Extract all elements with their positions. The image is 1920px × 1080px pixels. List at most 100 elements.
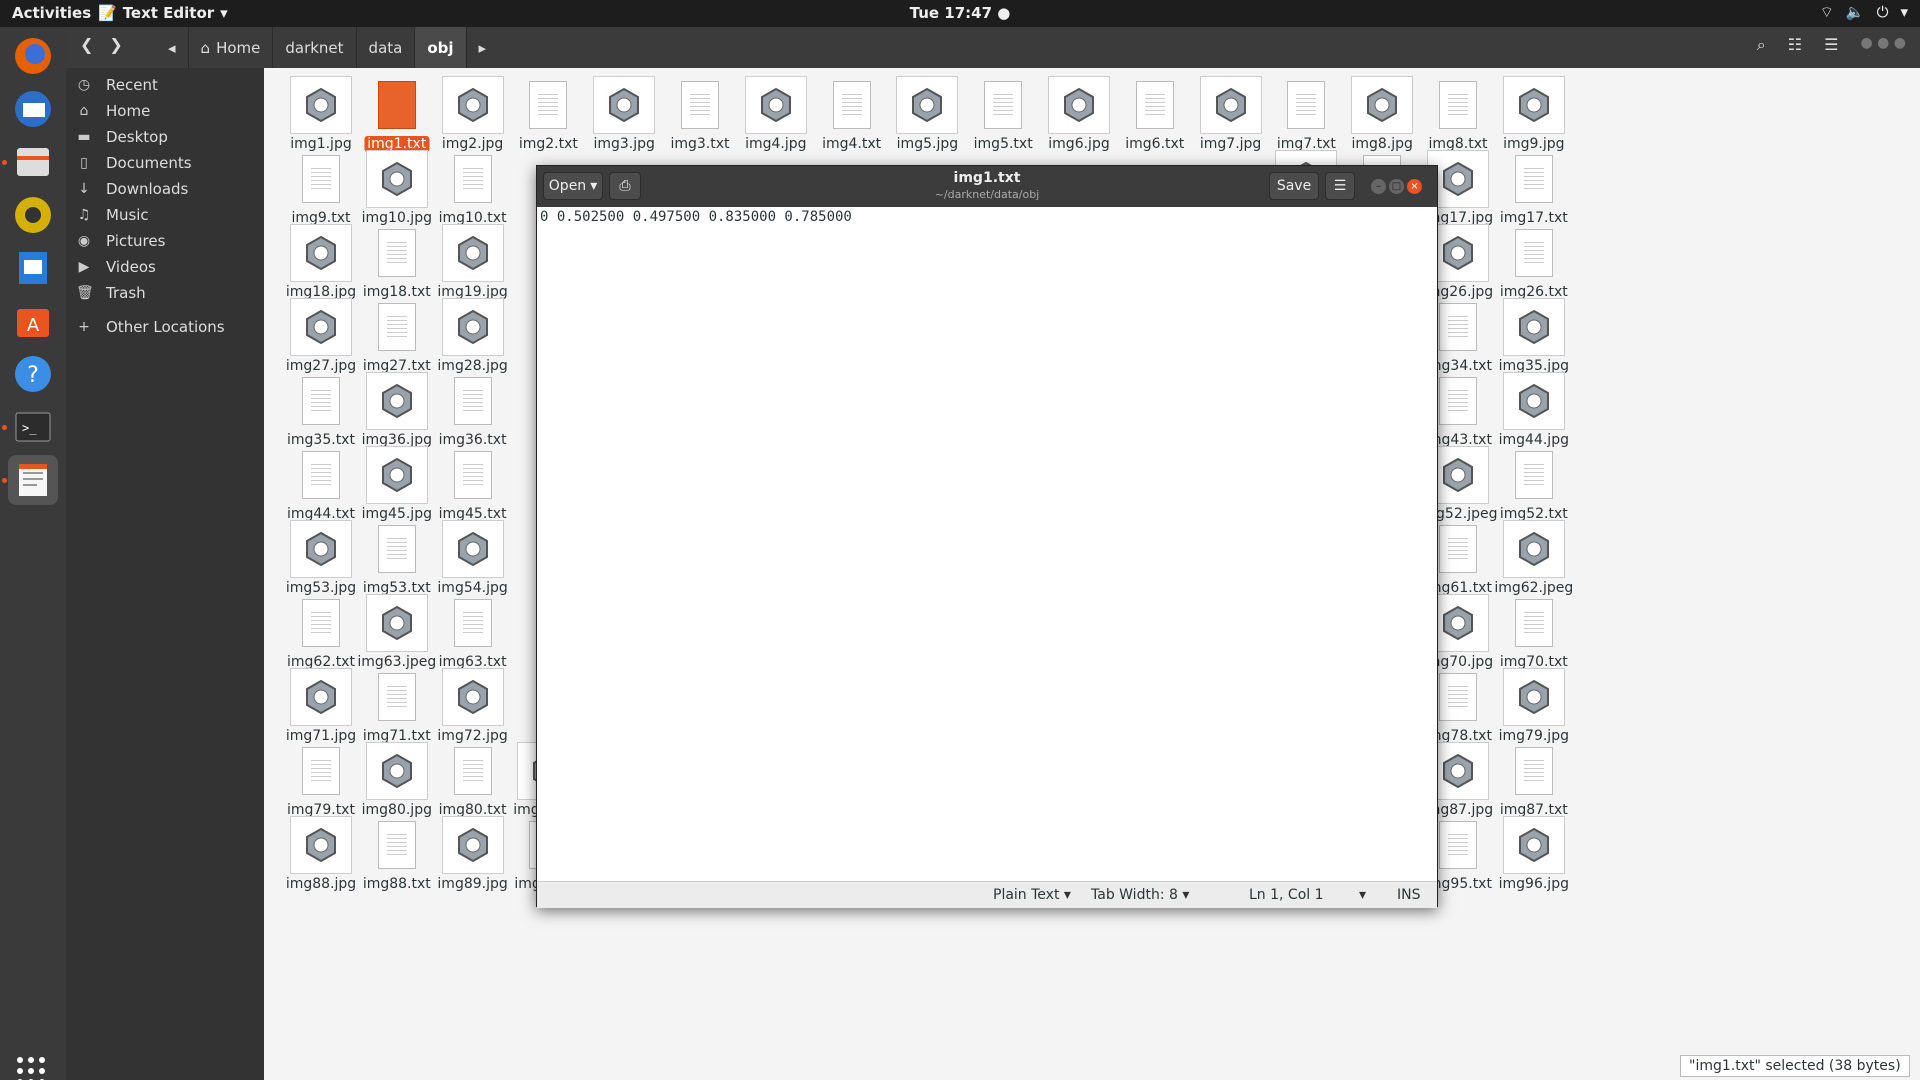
top-bar: Activities 📝 Text Editor ▾ Tue 17:47 ● ⌔… xyxy=(0,0,1920,27)
file-item[interactable]: img2.txt xyxy=(505,68,591,156)
sidebar-item-videos[interactable]: ▶ Videos xyxy=(76,254,156,280)
file-item[interactable]: img4.txt xyxy=(809,68,895,156)
clock-icon: ◷ xyxy=(77,77,91,93)
breadcrumb-scroll-right[interactable]: ▸ xyxy=(465,27,499,68)
writer-launcher[interactable] xyxy=(8,243,58,293)
text-file-icon xyxy=(1502,444,1566,506)
save-button[interactable]: Save xyxy=(1269,172,1319,200)
image-thumbnail-icon xyxy=(1502,370,1566,432)
file-item[interactable]: img3.txt xyxy=(657,68,743,156)
file-item[interactable]: img88.jpg xyxy=(278,808,364,896)
file-item[interactable]: img5.jpg xyxy=(884,68,970,156)
sidebar-item-trash[interactable]: 🗑 Trash xyxy=(76,280,146,306)
sidebar-item-desktop[interactable]: ▬ Desktop xyxy=(76,124,168,150)
text-editor-area[interactable]: 0 0.502500 0.497500 0.835000 0.785000 xyxy=(537,207,1437,881)
file-item[interactable]: img89.jpg xyxy=(430,808,516,896)
breadcrumb-data[interactable]: data xyxy=(355,27,415,68)
software-launcher[interactable]: A xyxy=(8,296,58,346)
rhythmbox-launcher[interactable] xyxy=(8,190,58,240)
image-thumbnail-icon xyxy=(895,74,959,136)
minimize-icon[interactable]: – xyxy=(1371,179,1386,194)
clock[interactable]: Tue 17:47 ● xyxy=(910,4,1011,22)
file-name-label: img3.txt xyxy=(670,136,730,152)
text-file-icon xyxy=(289,444,353,506)
selection-status: "img1.txt" selected (38 bytes) xyxy=(1680,1055,1910,1077)
file-item[interactable]: img7.jpg xyxy=(1188,68,1274,156)
breadcrumb-obj[interactable]: obj xyxy=(414,27,466,68)
firefox-icon xyxy=(15,38,51,74)
sidebar-item-home[interactable]: ⌂ Home xyxy=(76,98,151,124)
sidebar-item-documents[interactable]: ▯ Documents xyxy=(76,150,192,176)
position-dropdown[interactable]: ▾ xyxy=(1359,887,1366,903)
maximize-icon[interactable]: □ xyxy=(1389,179,1404,194)
app-menu[interactable]: 📝 Text Editor ▾ xyxy=(98,4,228,22)
home-icon: ⌂ xyxy=(200,38,211,57)
terminal-launcher[interactable]: >_ xyxy=(8,402,58,452)
document-icon: ▯ xyxy=(80,155,88,171)
file-item[interactable]: img4.jpg xyxy=(733,68,819,156)
file-name-label: img5.jpg xyxy=(896,136,959,152)
file-item[interactable]: img6.jpg xyxy=(1036,68,1122,156)
language-selector[interactable]: Plain Text ▾ xyxy=(993,887,1071,903)
file-name-label: img89.jpg xyxy=(437,876,508,892)
firefox-launcher[interactable] xyxy=(8,31,58,81)
sidebar-item-pictures[interactable]: ◉ Pictures xyxy=(76,228,166,254)
hamburger-menu-button[interactable]: ☰ xyxy=(1325,172,1355,200)
cursor-position[interactable]: Ln 1, Col 1 xyxy=(1249,887,1324,903)
help-launcher[interactable]: ? xyxy=(8,349,58,399)
breadcrumb-home[interactable]: ⌂ Home xyxy=(187,27,273,68)
writer-icon xyxy=(19,252,47,284)
svg-text:?: ? xyxy=(27,363,39,388)
insert-mode[interactable]: INS xyxy=(1397,887,1421,903)
file-item[interactable]: img88.txt xyxy=(354,808,440,896)
close-icon[interactable]: × xyxy=(1407,179,1422,194)
show-applications-icon[interactable] xyxy=(17,1057,45,1080)
text-file-icon xyxy=(441,148,505,210)
file-item[interactable]: img96.jpg xyxy=(1491,808,1577,896)
file-item[interactable]: img5.txt xyxy=(960,68,1046,156)
search-icon[interactable]: ⌕ xyxy=(1757,35,1766,55)
app-menu-label: Text Editor xyxy=(122,4,215,22)
sidebar-item-music[interactable]: ♫ Music xyxy=(76,202,149,228)
files-icon xyxy=(17,148,49,176)
file-name-label: img3.jpg xyxy=(593,136,655,152)
menu-icon[interactable]: ☰ xyxy=(1824,35,1838,55)
file-item[interactable]: img6.txt xyxy=(1112,68,1198,156)
running-indicator xyxy=(2,425,7,430)
text-file-icon xyxy=(820,74,884,136)
video-icon: ▶ xyxy=(78,259,90,275)
breadcrumb-darknet[interactable]: darknet xyxy=(272,27,355,68)
window-controls[interactable]: ● ● ● xyxy=(1860,35,1906,55)
text-file-icon xyxy=(365,666,429,728)
text-file-icon xyxy=(1274,74,1338,136)
forward-icon[interactable]: ❯ xyxy=(109,35,122,54)
system-tray[interactable]: ⌔ 🔈 ⏻ ▾ xyxy=(1820,3,1908,22)
help-icon: ? xyxy=(15,356,51,392)
sidebar-item-label: Pictures xyxy=(106,232,166,250)
sidebar-item-recent[interactable]: ◷ Recent xyxy=(76,72,158,98)
places-sidebar: ◷ Recent ⌂ Home ▬ Desktop ▯ Documents ↓ Downl… xyxy=(66,68,264,1080)
thunderbird-launcher[interactable] xyxy=(8,84,58,134)
editor-statusbar: Plain Text ▾ Tab Width: 8 ▾ Ln 1, Col 1 … xyxy=(537,881,1437,908)
files-launcher[interactable] xyxy=(8,137,58,187)
sidebar-item-label: Documents xyxy=(106,154,192,172)
sidebar-item-downloads[interactable]: ↓ Downloads xyxy=(76,176,188,202)
image-thumbnail-icon xyxy=(365,444,429,506)
image-thumbnail-icon xyxy=(441,74,505,136)
file-name-label: img6.txt xyxy=(1125,136,1185,152)
image-thumbnail-icon xyxy=(289,296,353,358)
running-indicator xyxy=(2,478,7,483)
editor-titlebar[interactable]: Open ▾ ⎙ img1.txt ~/darknet/data/obj Save… xyxy=(537,166,1437,207)
breadcrumb-scroll-left[interactable]: ◂ xyxy=(156,27,188,68)
back-icon[interactable]: ❮ xyxy=(80,35,93,54)
tab-width-selector[interactable]: Tab Width: 8 ▾ xyxy=(1091,887,1189,903)
file-name-label: img6.jpg xyxy=(1048,136,1110,152)
view-toggle-icon[interactable]: ☷ xyxy=(1788,35,1802,55)
file-name-label: img4.jpg xyxy=(745,136,807,152)
file-item[interactable]: img3.jpg xyxy=(581,68,667,156)
activities-button[interactable]: Activities xyxy=(12,4,91,22)
text-editor-launcher[interactable] xyxy=(8,455,58,505)
text-file-icon xyxy=(289,740,353,802)
sidebar-item-other-locations[interactable]: + Other Locations xyxy=(76,314,225,340)
document-text: 0 0.502500 0.497500 0.835000 0.785000 xyxy=(540,209,852,225)
